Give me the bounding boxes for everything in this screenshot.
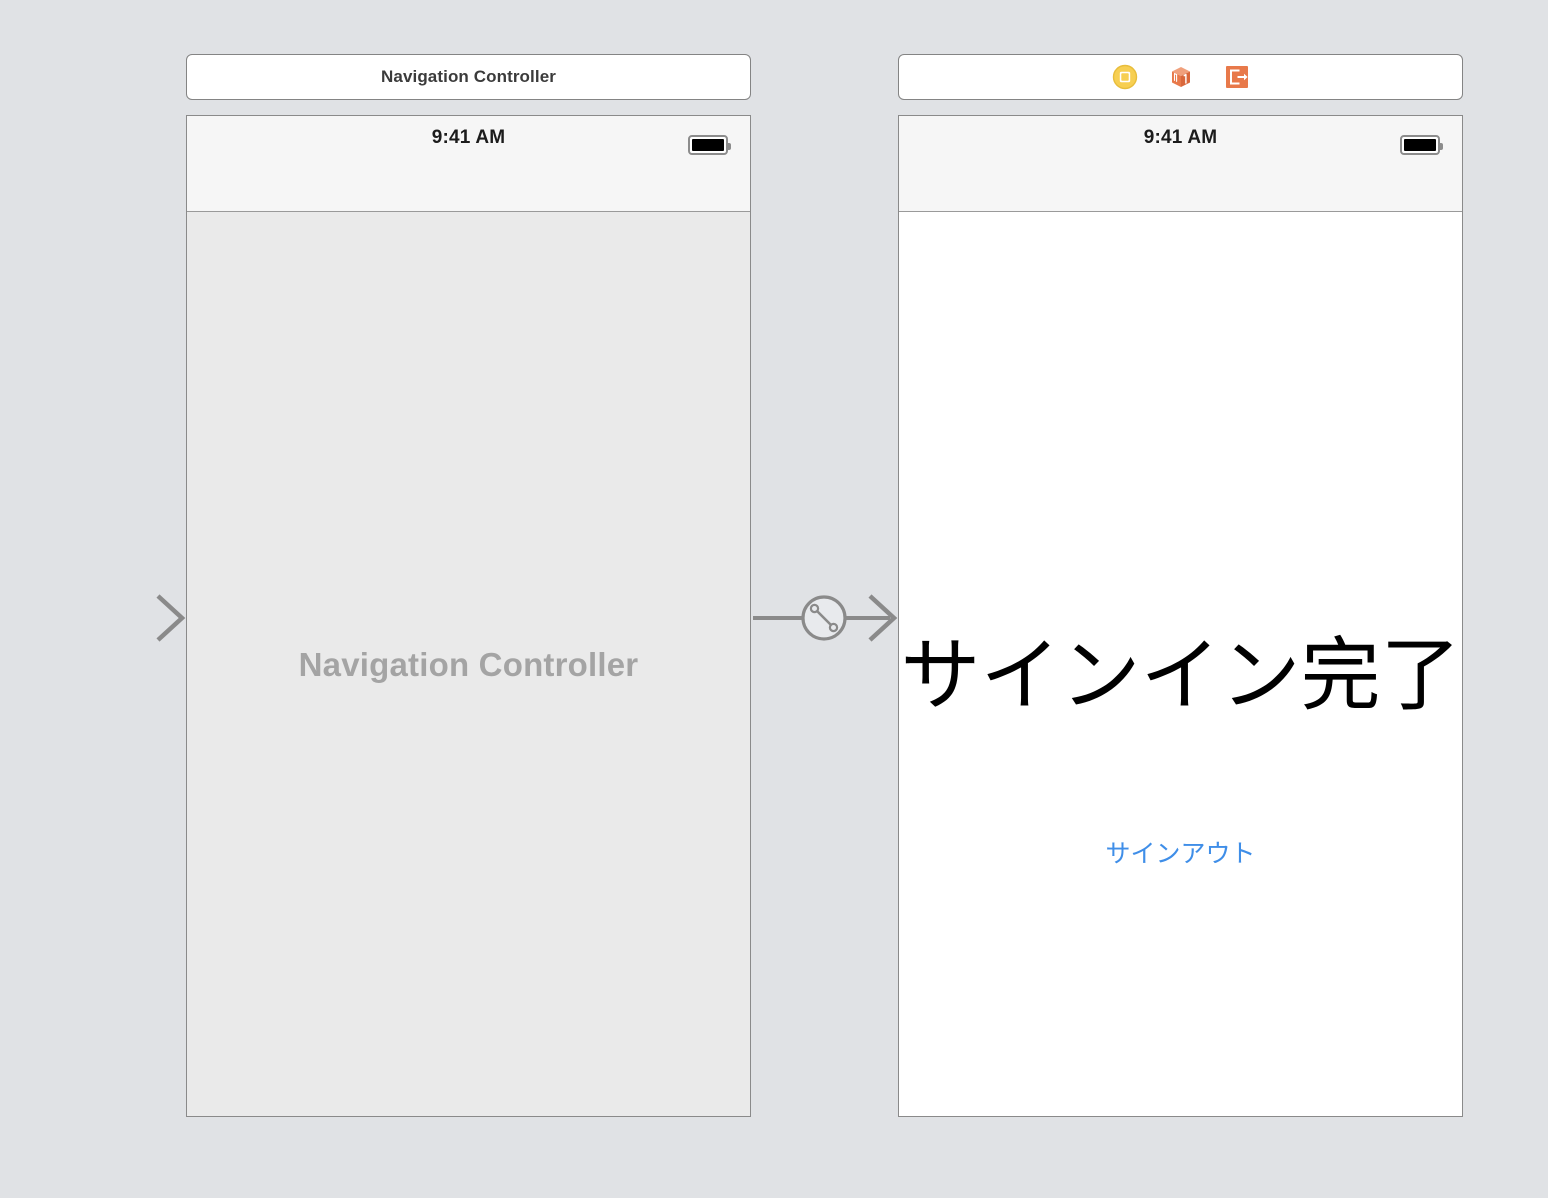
- status-bar-right: 9:41 AM: [899, 116, 1462, 212]
- dock-icon-row: [1112, 64, 1250, 90]
- relationship-segue-badge: [801, 595, 847, 641]
- canvas-body-right: サインイン完了 サインアウト: [899, 213, 1462, 1116]
- battery-full-icon: [688, 135, 731, 155]
- scene-canvas-signed-in-view-controller[interactable]: 9:41 AM サインイン完了 サインアウト: [898, 115, 1463, 1117]
- navigation-controller-placeholder-label: Navigation Controller: [298, 645, 639, 683]
- battery-full-icon: [1400, 135, 1443, 155]
- scene-dock-navigation-controller[interactable]: Navigation Controller: [186, 54, 751, 100]
- scene-dock-signed-in-view-controller[interactable]: [898, 54, 1463, 100]
- first-responder-icon[interactable]: [1168, 64, 1194, 90]
- dock-title-label: Navigation Controller: [381, 67, 556, 86]
- status-bar-time: 9:41 AM: [431, 127, 506, 148]
- exit-segue-icon[interactable]: [1224, 64, 1250, 90]
- status-bar-time: 9:41 AM: [1143, 127, 1218, 148]
- entry-point-arrow: [38, 594, 186, 642]
- canvas-body-left: Navigation Controller: [187, 213, 750, 1116]
- scene-canvas-navigation-controller[interactable]: 9:41 AM Navigation Controller: [186, 115, 751, 1117]
- view-controller-icon[interactable]: [1112, 64, 1138, 90]
- status-bar-left: 9:41 AM: [187, 116, 750, 212]
- sign-out-button[interactable]: サインアウト: [899, 834, 1462, 870]
- show-segue-arrow[interactable]: [753, 594, 898, 642]
- signed-in-headline-label: サインイン完了: [900, 629, 1461, 722]
